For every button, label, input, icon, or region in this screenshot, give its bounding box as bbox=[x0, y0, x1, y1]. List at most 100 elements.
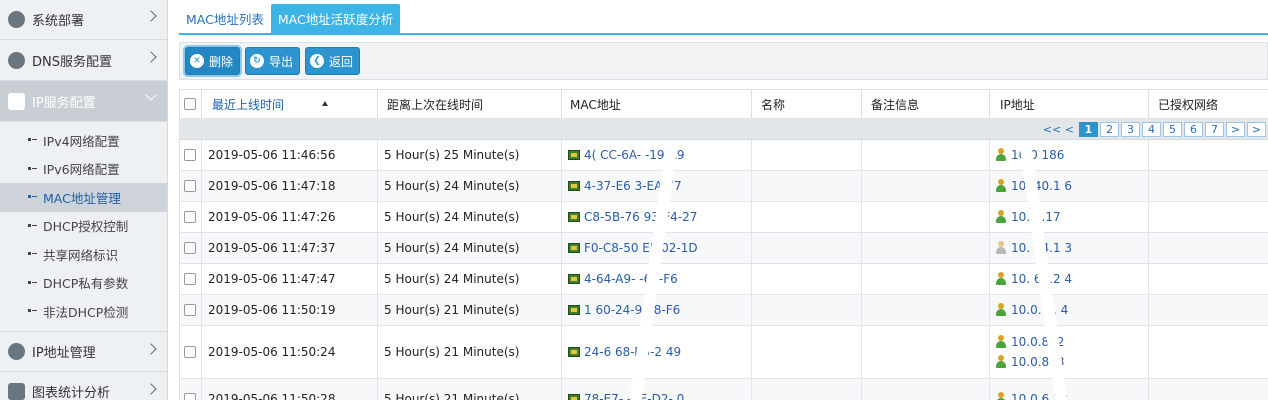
page-button[interactable]: 6 bbox=[1184, 121, 1203, 137]
cell-mac: 24-6 68-B5-2 49 bbox=[562, 326, 752, 378]
sidebar-item-ipv4[interactable]: IPv4网络配置 bbox=[0, 126, 167, 155]
table-row[interactable]: 2019-05-06 11:47:47 5 Hour(s) 24 Minute(s… bbox=[180, 264, 1268, 295]
sidebar-item-shared-net[interactable]: 共享网络标识 bbox=[0, 240, 167, 269]
col-authorized-net[interactable]: 已授权网络 bbox=[1149, 90, 1268, 118]
ip-link[interactable]: 10.0.6 13 bbox=[996, 389, 1068, 400]
tab-mac-list[interactable]: MAC地址列表 bbox=[179, 4, 271, 33]
cell-remark bbox=[862, 171, 990, 201]
tab-mac-activity[interactable]: MAC地址活跃度分析 bbox=[270, 4, 401, 33]
ip-link[interactable]: 10.0.8. 8 bbox=[996, 352, 1064, 372]
row-checkbox[interactable] bbox=[184, 211, 196, 223]
cell-since-online: 5 Hour(s) 25 Minute(s) bbox=[378, 140, 562, 170]
table-row[interactable]: 2019-05-06 11:46:56 5 Hour(s) 25 Minute(s… bbox=[180, 140, 1268, 171]
page-button[interactable]: 5 bbox=[1163, 121, 1182, 137]
delete-icon bbox=[190, 54, 204, 68]
table-row[interactable]: 2019-05-06 11:47:37 5 Hour(s) 24 Minute(s… bbox=[180, 233, 1268, 264]
mac-link[interactable]: 78-E7- -CE-D2- 0 bbox=[568, 392, 684, 400]
user-icon bbox=[996, 272, 1006, 286]
col-label: 备注信息 bbox=[871, 97, 920, 112]
col-ip[interactable]: IP地址 bbox=[990, 90, 1149, 118]
nav-group-system[interactable]: 系统部署 bbox=[0, 0, 167, 40]
page-button[interactable]: 3 bbox=[1121, 121, 1140, 137]
mac-text: 4( CC-6A- -19-A9 bbox=[584, 148, 685, 162]
last-page-button[interactable]: > bbox=[1247, 121, 1266, 137]
page-button[interactable]: 4 bbox=[1142, 121, 1161, 137]
cell-since-online: 5 Hour(s) 24 Minute(s) bbox=[378, 233, 562, 263]
col-mac[interactable]: MAC地址 bbox=[562, 90, 752, 118]
row-checkbox[interactable] bbox=[184, 180, 196, 192]
ip-link[interactable]: 10. 8.17 bbox=[996, 207, 1061, 227]
mac-link[interactable]: 24-6 68-B5-2 49 bbox=[568, 345, 681, 359]
network-card-icon bbox=[568, 393, 580, 400]
select-all-checkbox[interactable] bbox=[184, 98, 196, 110]
row-checkbox[interactable] bbox=[184, 346, 196, 358]
table-row[interactable]: 2019-05-06 11:47:26 5 Hour(s) 24 Minute(s… bbox=[180, 202, 1268, 233]
cell-name bbox=[752, 202, 862, 232]
page-button[interactable]: 1 bbox=[1079, 121, 1098, 137]
toolbar: 删除 导出 返回 bbox=[179, 42, 1268, 80]
page-button[interactable]: 2 bbox=[1100, 121, 1119, 137]
table-row[interactable]: 2019-05-06 11:50:28 5 Hour(s) 21 Minute(s… bbox=[180, 379, 1268, 400]
next-page-button[interactable]: > bbox=[1226, 121, 1245, 137]
sidebar-item-dhcp-detect[interactable]: 非法DHCP检测 bbox=[0, 297, 167, 326]
cell-mac: C8-5B-76 93-F4-27 bbox=[562, 202, 752, 232]
col-remark[interactable]: 备注信息 bbox=[862, 90, 990, 118]
ip-list: 10.0. 0. 4 bbox=[996, 300, 1068, 320]
page-button[interactable]: 7 bbox=[1205, 121, 1224, 137]
col-since-online[interactable]: 距离上次在线时间 bbox=[378, 90, 562, 118]
nav-group-dns[interactable]: DNS服务配置 bbox=[0, 40, 167, 81]
cell-name bbox=[752, 379, 862, 400]
mac-link[interactable]: 4-64-A9- -63-F6 bbox=[568, 272, 678, 286]
sidebar-item-ipv6[interactable]: IPv6网络配置 bbox=[0, 155, 167, 184]
mac-link[interactable]: 1 60-24-93 8-F6 bbox=[568, 303, 680, 317]
nav-group-ip-service[interactable]: IP服务配置 bbox=[0, 81, 167, 122]
ip-link[interactable]: 10. 69.2 4 bbox=[996, 269, 1072, 289]
row-select-cell bbox=[180, 379, 202, 400]
network-card-icon bbox=[568, 181, 580, 191]
cell-remark bbox=[862, 233, 990, 263]
sidebar-item-mac[interactable]: MAC地址管理 bbox=[0, 183, 167, 212]
ip-link[interactable]: 10.0 186 bbox=[996, 145, 1064, 165]
cell-last-online: 2019-05-06 11:47:18 bbox=[202, 171, 378, 201]
mac-link[interactable]: C8-5B-76 93-F4-27 bbox=[568, 210, 697, 224]
sidebar-item-dhcp-auth[interactable]: DHCP授权控制 bbox=[0, 212, 167, 241]
mac-link[interactable]: F0-C8-50 EF-02-1D bbox=[568, 241, 698, 255]
user-icon bbox=[996, 303, 1006, 317]
cell-authorized-net bbox=[1149, 140, 1268, 170]
mac-link[interactable]: 4-37-E6 3-EA-77 bbox=[568, 179, 682, 193]
row-checkbox[interactable] bbox=[184, 242, 196, 254]
ip-link[interactable]: 10.0.8. 2 bbox=[996, 332, 1064, 352]
sidebar-item-dhcp-private[interactable]: DHCP私有参数 bbox=[0, 269, 167, 298]
bullet-icon bbox=[28, 251, 37, 257]
bullet-icon bbox=[28, 308, 37, 314]
col-last-online[interactable]: 最近上线时间 bbox=[202, 90, 378, 118]
sidebar-item-label: 非法DHCP检测 bbox=[43, 304, 129, 320]
cell-ip: 10.0 186 bbox=[990, 140, 1149, 170]
row-checkbox[interactable] bbox=[184, 149, 196, 161]
table-row[interactable]: 2019-05-06 11:50:19 5 Hour(s) 21 Minute(s… bbox=[180, 295, 1268, 326]
row-checkbox[interactable] bbox=[184, 392, 196, 400]
mac-text: 24-6 68-B5-2 49 bbox=[584, 345, 682, 359]
row-checkbox[interactable] bbox=[184, 273, 196, 285]
cell-name bbox=[752, 326, 862, 378]
ip-link[interactable]: 10.0. 0. 4 bbox=[996, 300, 1068, 320]
delete-button[interactable]: 删除 bbox=[185, 47, 241, 75]
row-checkbox[interactable] bbox=[184, 304, 196, 316]
nav-group-ip-admin[interactable]: IP地址管理 bbox=[0, 330, 167, 372]
cell-last-online: 2019-05-06 11:47:47 bbox=[202, 264, 378, 294]
ip-link[interactable]: 10. 40.1 6 bbox=[996, 176, 1072, 196]
table-row[interactable]: 2019-05-06 11:50:24 5 Hour(s) 21 Minute(s… bbox=[180, 326, 1268, 379]
ip-link[interactable]: 10. 44.1 3 bbox=[996, 238, 1072, 258]
cell-remark bbox=[862, 295, 990, 325]
mac-link[interactable]: 4( CC-6A- -19-A9 bbox=[568, 148, 684, 162]
export-button[interactable]: 导出 bbox=[245, 47, 301, 75]
back-button[interactable]: 返回 bbox=[305, 47, 361, 75]
export-label: 导出 bbox=[269, 54, 294, 69]
nav-group-chart[interactable]: 图表统计分析 bbox=[0, 372, 167, 400]
col-name[interactable]: 名称 bbox=[752, 90, 862, 118]
table-row[interactable]: 2019-05-06 11:47:18 5 Hour(s) 24 Minute(s… bbox=[180, 171, 1268, 202]
col-label: 名称 bbox=[761, 97, 786, 112]
network-card-icon bbox=[568, 347, 580, 357]
sidebar-item-label: DHCP授权控制 bbox=[43, 219, 129, 235]
pager-prev-links[interactable]: << < bbox=[1043, 123, 1074, 136]
